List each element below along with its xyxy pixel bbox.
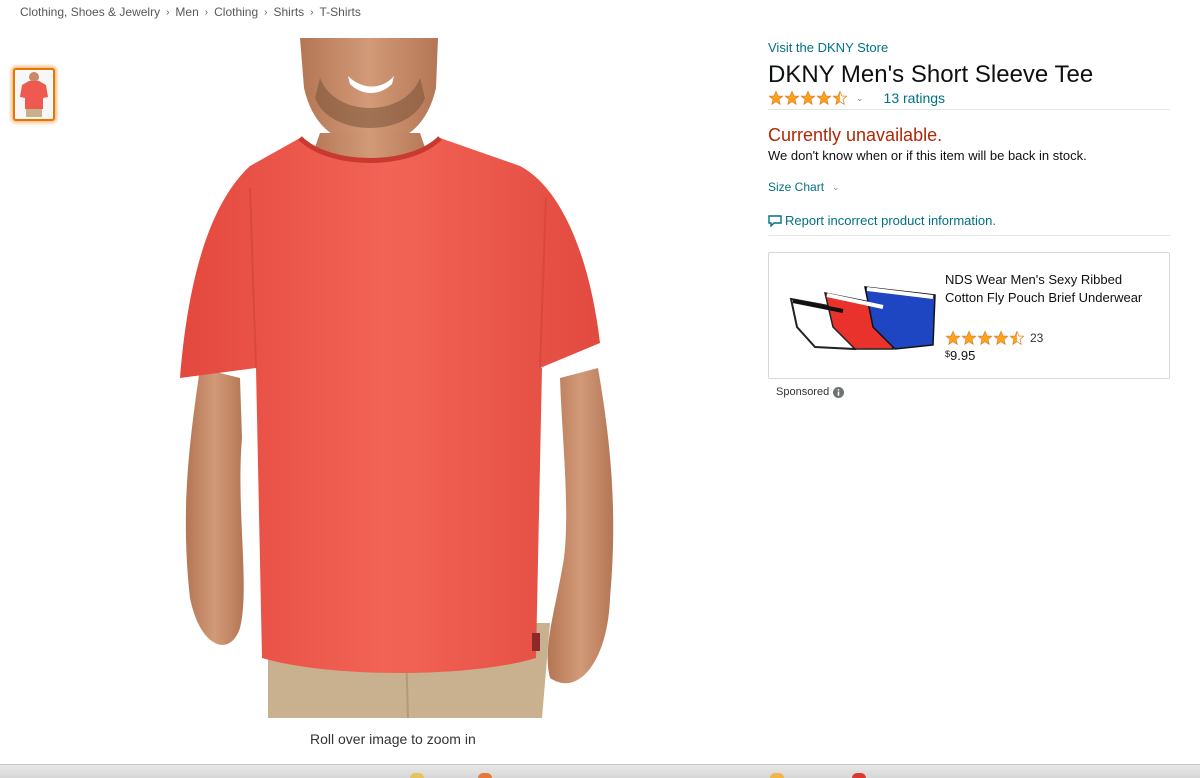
report-incorrect-info-link[interactable]: Report incorrect product information.	[768, 213, 996, 228]
star-full-icon	[961, 330, 977, 346]
underwear-product-image	[785, 269, 941, 361]
dock-app-icon[interactable]	[852, 773, 866, 778]
breadcrumb-item[interactable]: Clothing, Shoes & Jewelry	[20, 5, 160, 19]
breadcrumb: Clothing, Shoes & Jewelry › Men › Clothi…	[20, 4, 361, 20]
ad-rating: 23	[945, 330, 1043, 346]
dock-app-icon[interactable]	[410, 773, 424, 778]
size-chart-link[interactable]: Size Chart ⌄	[768, 180, 840, 194]
sponsored-product-card[interactable]: NDS Wear Men's Sexy Ribbed Cotton Fly Po…	[768, 252, 1170, 379]
star-half-icon	[1009, 330, 1025, 346]
star-full-icon	[977, 330, 993, 346]
tshirt-thumbnail-image	[16, 70, 52, 119]
product-title: DKNY Men's Short Sleeve Tee	[768, 61, 1094, 88]
sponsored-label: Sponsored	[776, 386, 845, 398]
chevron-down-icon: ⌄	[832, 181, 840, 192]
breadcrumb-separator: ›	[310, 6, 314, 18]
divider	[768, 235, 1170, 236]
price-value: 9.95	[950, 348, 976, 363]
availability-status: Currently unavailable.	[768, 125, 943, 145]
dock-app-icon[interactable]	[770, 773, 784, 778]
ad-product-title[interactable]: NDS Wear Men's Sexy Ribbed Cotton Fly Po…	[945, 271, 1155, 307]
product-page: Clothing, Shoes & Jewelry › Men › Clothi…	[0, 0, 1200, 778]
star-full-icon	[784, 90, 800, 106]
price-symbol: $	[945, 349, 951, 359]
breadcrumb-item[interactable]: T-Shirts	[320, 5, 361, 19]
store-link[interactable]: Visit the DKNY Store	[768, 40, 888, 55]
rating-row: ⌄ 13 ratings	[768, 89, 945, 107]
star-full-icon	[816, 90, 832, 106]
size-chart-label: Size Chart	[768, 180, 825, 194]
breadcrumb-separator: ›	[264, 6, 268, 18]
star-rating[interactable]	[768, 90, 848, 106]
breadcrumb-item[interactable]: Men	[175, 5, 198, 19]
gallery-thumbnail[interactable]	[13, 68, 55, 121]
main-product-image[interactable]	[170, 38, 630, 718]
breadcrumb-item[interactable]: Clothing	[214, 5, 258, 19]
chevron-down-icon[interactable]: ⌄	[856, 93, 864, 104]
zoom-hint: Roll over image to zoom in	[310, 731, 476, 747]
dock-app-icon[interactable]	[478, 773, 492, 778]
ratings-count-link[interactable]: 13 ratings	[884, 90, 945, 106]
breadcrumb-separator: ›	[166, 6, 170, 18]
breadcrumb-separator: ›	[204, 6, 209, 18]
sponsored-text: Sponsored	[776, 386, 830, 398]
availability-note: We don't know when or if this item will …	[768, 148, 1087, 163]
divider	[768, 109, 1170, 110]
comment-icon	[768, 214, 782, 227]
star-full-icon	[800, 90, 816, 106]
star-full-icon	[768, 90, 784, 106]
star-full-icon	[945, 330, 961, 346]
ad-price: $9.95	[945, 348, 975, 363]
breadcrumb-item[interactable]: Shirts	[273, 5, 304, 19]
ad-star-rating	[945, 330, 1025, 346]
ad-rating-count: 23	[1030, 331, 1044, 345]
report-label: Report incorrect product information.	[785, 213, 996, 228]
info-icon[interactable]	[833, 386, 845, 398]
dock-bar	[0, 764, 1200, 778]
star-full-icon	[993, 330, 1009, 346]
star-half-icon	[832, 90, 848, 106]
tshirt-model-image	[170, 38, 630, 718]
